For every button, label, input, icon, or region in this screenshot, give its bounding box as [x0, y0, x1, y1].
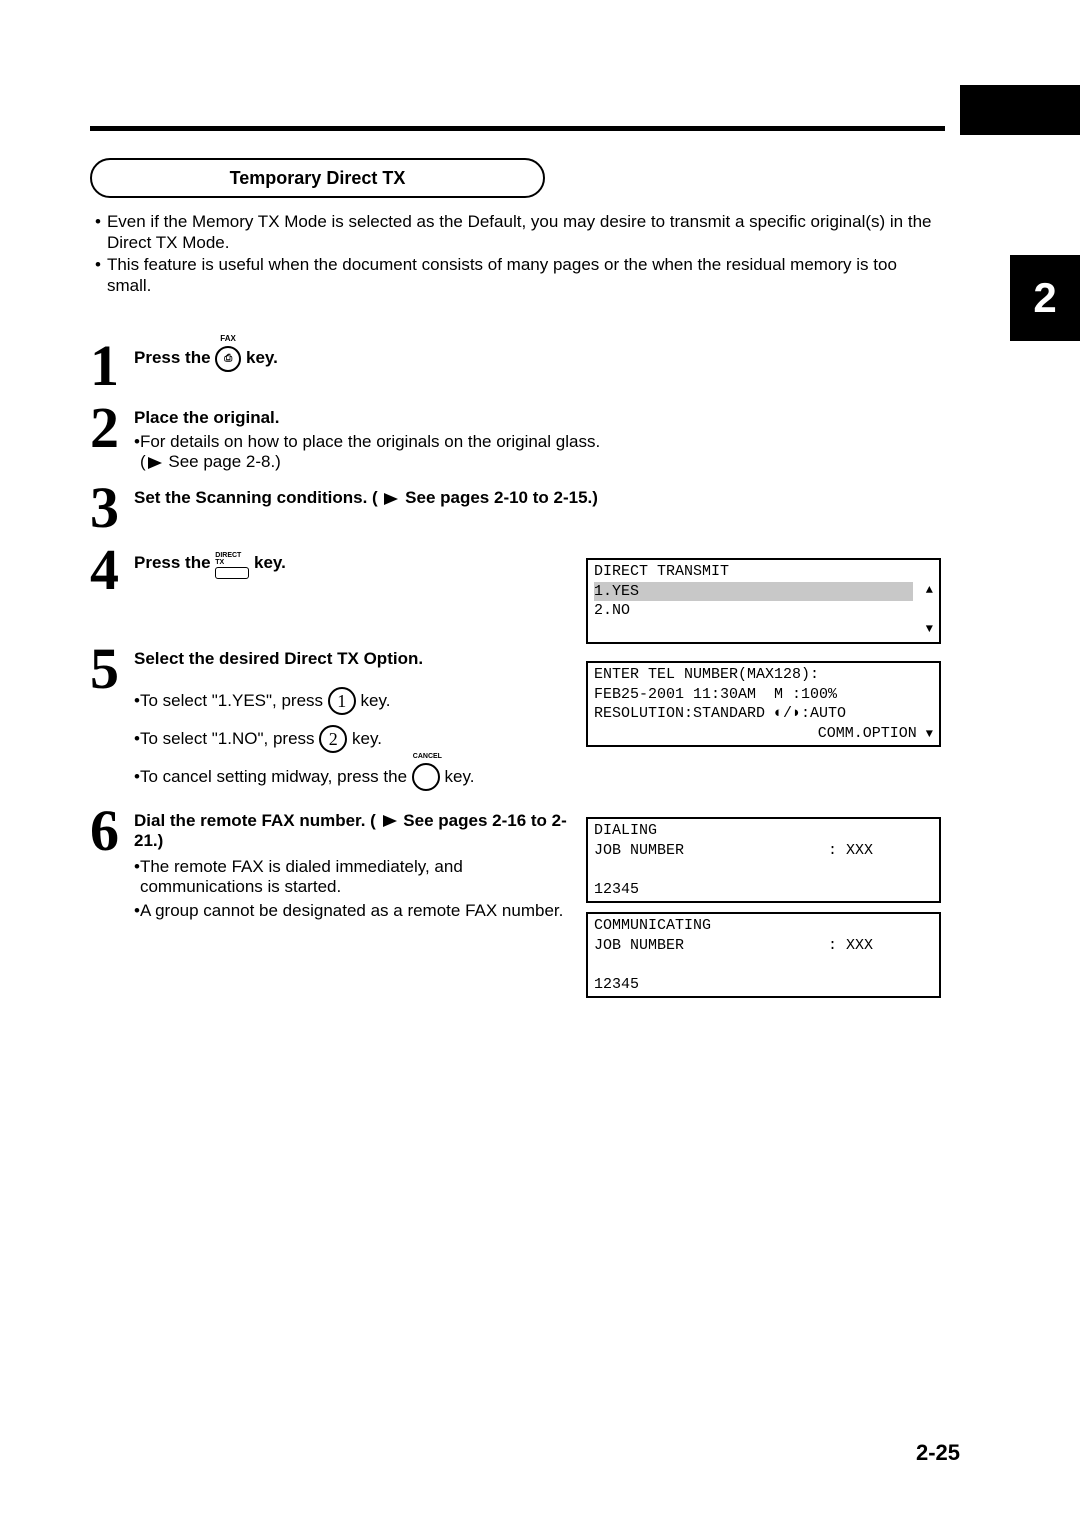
step5-line1-pre: To select "1.YES", press — [140, 691, 323, 711]
step-number: 5 — [90, 643, 134, 791]
lcd-line: : XXX — [828, 841, 933, 861]
lcd-line: ENTER TEL NUMBER(MAX128): — [594, 665, 933, 685]
down-caret-icon: ▼ — [926, 727, 933, 741]
lcd-line: : XXX — [828, 936, 933, 956]
lcd-enter-tel: ENTER TEL NUMBER(MAX128): FEB25-2001 11:… — [586, 661, 941, 747]
step6-pre: Dial the remote FAX number. ( — [134, 811, 376, 830]
intro-block: • Even if the Memory TX Mode is selected… — [95, 211, 945, 296]
step4-post: key. — [254, 553, 286, 572]
step-number: 3 — [90, 482, 134, 534]
up-caret-icon: ▲ — [926, 583, 933, 599]
lcd-line: JOB NUMBER — [594, 936, 684, 956]
step-number: 4 — [90, 544, 134, 596]
step5-line3-pre: To cancel setting midway, press the — [140, 767, 407, 787]
step-body: Set the Scanning conditions. ( See pages… — [134, 482, 940, 534]
bullet-icon: • — [95, 211, 101, 254]
lcd-direct-transmit: DIRECT TRANSMIT 1.YES ▲ 2.NO ▼ — [586, 558, 941, 644]
step3-pre: Set the Scanning conditions. ( — [134, 488, 378, 507]
step-body: Select the desired Direct TX Option. • T… — [134, 643, 574, 791]
step5-line2-post: key. — [352, 729, 382, 749]
step1-post: key. — [246, 348, 278, 367]
down-caret-icon: ▼ — [926, 622, 933, 638]
step-body: Dial the remote FAX number. ( See pages … — [134, 805, 574, 921]
lcd-line: COMM.OPTION — [818, 725, 917, 742]
lcd-line: JOB NUMBER — [594, 841, 684, 861]
bullet-icon: • — [95, 254, 101, 297]
fax-label: FAX — [220, 334, 236, 343]
fax-key-icon: ⎙ — [215, 346, 241, 372]
step5-title: Select the desired Direct TX Option. — [134, 649, 423, 668]
xref-arrow-icon — [384, 493, 398, 505]
document-page: 2 Temporary Direct TX • Even if the Memo… — [0, 0, 1080, 1526]
intro-bullet-1: Even if the Memory TX Mode is selected a… — [107, 211, 945, 254]
step2-title: Place the original. — [134, 408, 280, 427]
step2-sub-pre: For details on how to place the original… — [140, 432, 600, 451]
step-number: 2 — [90, 402, 134, 472]
tx-label: TX — [215, 559, 249, 566]
step6-sub1: The remote FAX is dialed immediately, an… — [140, 857, 574, 897]
step3-post: See pages 2-10 to 2-15.) — [405, 488, 598, 507]
cancel-label: CANCEL — [413, 753, 442, 760]
lcd-line: 12345 — [594, 880, 933, 900]
lcd-line: COMMUNICATING — [594, 916, 933, 936]
lcd-line: 2.NO — [594, 601, 933, 621]
lcd-line: FEB25-2001 11:30AM M :100% — [594, 685, 933, 705]
lcd-line: DIALING — [594, 821, 933, 841]
step2-sub-xref: See page 2-8.) — [168, 452, 280, 471]
direct-label: DIRECT — [215, 552, 249, 559]
lcd-line: DIRECT TRANSMIT — [594, 562, 933, 582]
lcd-line: 12345 — [594, 975, 933, 995]
step1-pre: Press the — [134, 348, 211, 367]
step-number: 6 — [90, 805, 134, 921]
xref-arrow-icon — [383, 815, 397, 827]
step-2: 2 Place the original. • For details on h… — [90, 402, 940, 472]
step-number: 1 — [90, 340, 134, 392]
numeric-key-1-icon: 1 — [328, 687, 356, 715]
direct-tx-key-icon: DIRECT TX — [215, 552, 249, 579]
step5-line1-post: key. — [361, 691, 391, 711]
step6-sub2: A group cannot be designated as a remote… — [140, 901, 563, 921]
lcd-line: RESOLUTION:STANDARD ◐/◗:AUTO — [594, 704, 933, 724]
step4-pre: Press the — [134, 553, 211, 572]
header-rule — [90, 126, 945, 131]
chapter-tab: 2 — [1010, 255, 1080, 341]
step-body: Press the FAX ⎙ key. — [134, 340, 940, 392]
lcd-line-highlight: 1.YES — [594, 582, 913, 602]
lcd-communicating: COMMUNICATING JOB NUMBER : XXX 12345 — [586, 912, 941, 998]
cancel-key-icon — [412, 763, 440, 791]
page-number: 2-25 — [916, 1440, 960, 1466]
step-1: 1 Press the FAX ⎙ key. — [90, 340, 940, 392]
step5-line3-post: key. — [445, 767, 475, 787]
intro-bullet-2: This feature is useful when the document… — [107, 254, 945, 297]
lcd-dialing: DIALING JOB NUMBER : XXX 12345 — [586, 817, 941, 903]
step-body: Place the original. • For details on how… — [134, 402, 940, 472]
step5-line2-pre: To select "1.NO", press — [140, 729, 315, 749]
step-3: 3 Set the Scanning conditions. ( See pag… — [90, 482, 940, 534]
xref-arrow-icon — [148, 457, 162, 469]
numeric-key-2-icon: 2 — [319, 725, 347, 753]
section-title: Temporary Direct TX — [90, 158, 545, 198]
